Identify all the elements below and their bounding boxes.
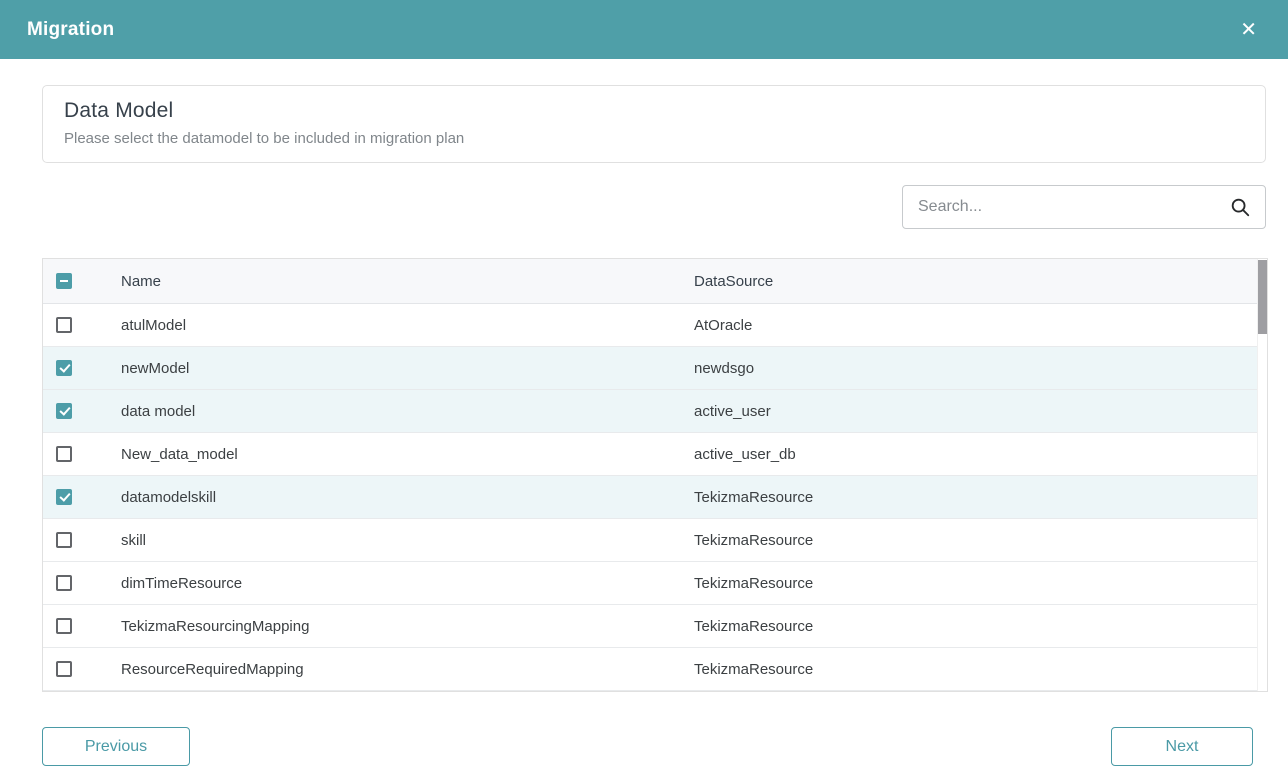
select-all-cell [43, 273, 121, 289]
scrollbar-thumb[interactable] [1258, 260, 1268, 334]
table-row[interactable]: TekizmaResourcingMapping TekizmaResource [43, 605, 1267, 648]
dialog-body: Data Model Please select the datamodel t… [0, 59, 1288, 692]
table-row[interactable]: data model active_user [43, 390, 1267, 433]
row-datasource-cell: active_user_db [694, 446, 1267, 463]
row-checkbox[interactable] [56, 446, 72, 462]
table-row[interactable]: newModel newdsgo [43, 347, 1267, 390]
row-datasource-cell: TekizmaResource [694, 489, 1267, 506]
previous-button[interactable]: Previous [42, 727, 190, 766]
row-datasource-cell: TekizmaResource [694, 618, 1267, 635]
row-datasource-cell: AtOracle [694, 317, 1267, 334]
close-icon[interactable]: ✕ [1236, 18, 1261, 42]
row-checkbox-cell [43, 489, 121, 505]
row-datasource-cell: newdsgo [694, 360, 1267, 377]
row-checkbox[interactable] [56, 403, 72, 419]
row-name-cell: ResourceRequiredMapping [121, 661, 694, 678]
step-info-card: Data Model Please select the datamodel t… [42, 85, 1266, 163]
page-subtitle: Please select the datamodel to be includ… [64, 130, 1244, 147]
row-checkbox-cell [43, 317, 121, 333]
datamodel-table: Name DataSource atulModel AtOracle newMo… [42, 258, 1268, 692]
search-input[interactable] [918, 198, 1229, 216]
search-icon[interactable] [1229, 196, 1251, 218]
table-row[interactable]: ResourceRequiredMapping TekizmaResource [43, 648, 1267, 691]
column-header-datasource: DataSource [694, 273, 1267, 290]
dialog-title: Migration [27, 19, 114, 41]
table-row[interactable]: skill TekizmaResource [43, 519, 1267, 562]
row-name-cell: New_data_model [121, 446, 694, 463]
search-box [902, 185, 1266, 229]
table-body: atulModel AtOracle newModel newdsgo data… [43, 304, 1267, 691]
row-checkbox-cell [43, 403, 121, 419]
row-checkbox[interactable] [56, 360, 72, 376]
row-name-cell: dimTimeResource [121, 575, 694, 592]
row-datasource-cell: TekizmaResource [694, 575, 1267, 592]
wizard-footer: Previous Next [42, 727, 1253, 766]
row-checkbox-cell [43, 446, 121, 462]
row-name-cell: TekizmaResourcingMapping [121, 618, 694, 635]
row-checkbox[interactable] [56, 532, 72, 548]
row-checkbox[interactable] [56, 317, 72, 333]
dialog-header: Migration ✕ [0, 0, 1288, 59]
row-name-cell: newModel [121, 360, 694, 377]
table-row[interactable]: atulModel AtOracle [43, 304, 1267, 347]
row-datasource-cell: TekizmaResource [694, 661, 1267, 678]
row-checkbox-cell [43, 618, 121, 634]
table-row[interactable]: dimTimeResource TekizmaResource [43, 562, 1267, 605]
table-row[interactable]: New_data_model active_user_db [43, 433, 1267, 476]
row-checkbox[interactable] [56, 489, 72, 505]
table-scrollbar[interactable] [1257, 259, 1267, 691]
row-name-cell: datamodelskill [121, 489, 694, 506]
table-header-row: Name DataSource [43, 259, 1267, 304]
column-header-name: Name [121, 273, 694, 290]
row-checkbox-cell [43, 661, 121, 677]
search-row [42, 185, 1266, 229]
row-name-cell: skill [121, 532, 694, 549]
select-all-checkbox[interactable] [56, 273, 72, 289]
row-name-cell: atulModel [121, 317, 694, 334]
row-checkbox[interactable] [56, 661, 72, 677]
table-row[interactable]: datamodelskill TekizmaResource [43, 476, 1267, 519]
row-checkbox-cell [43, 575, 121, 591]
next-button[interactable]: Next [1111, 727, 1253, 766]
row-checkbox[interactable] [56, 575, 72, 591]
row-checkbox-cell [43, 360, 121, 376]
row-checkbox-cell [43, 532, 121, 548]
row-checkbox[interactable] [56, 618, 72, 634]
page-title: Data Model [64, 99, 1244, 123]
row-name-cell: data model [121, 403, 694, 420]
row-datasource-cell: active_user [694, 403, 1267, 420]
row-datasource-cell: TekizmaResource [694, 532, 1267, 549]
